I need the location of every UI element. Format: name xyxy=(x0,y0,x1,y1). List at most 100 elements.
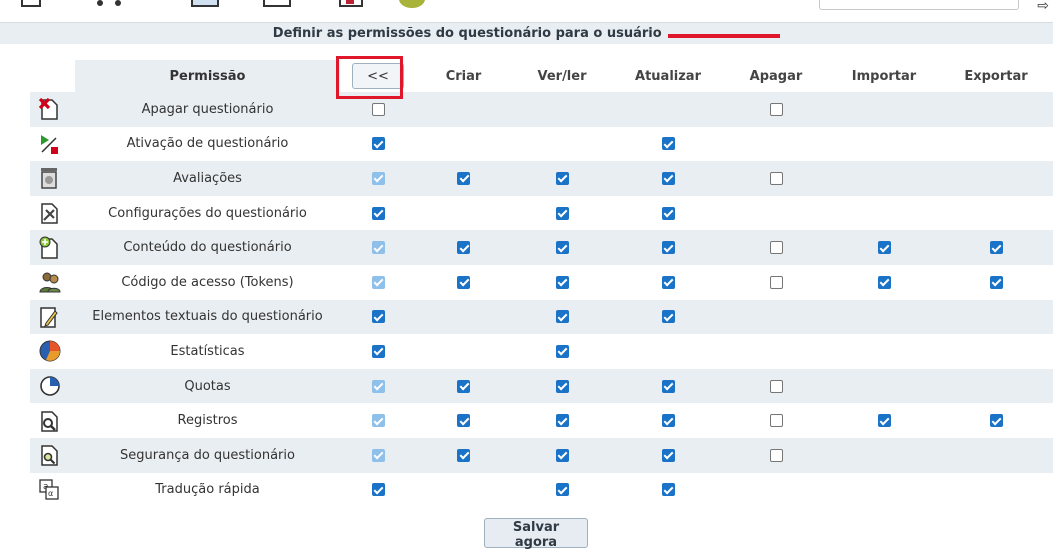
permission-label: Estatísticas xyxy=(75,334,340,369)
toolbar-icon-6[interactable] xyxy=(398,0,428,10)
checkbox-update[interactable] xyxy=(661,483,675,497)
cell-read xyxy=(511,230,613,265)
cell-update xyxy=(613,126,723,162)
permission-label: Configurações do questionário xyxy=(75,195,340,231)
cell-import xyxy=(829,195,939,231)
cell-delete xyxy=(723,126,829,162)
cell-all xyxy=(340,195,416,231)
checkbox-update[interactable] xyxy=(661,171,675,185)
checkbox-read[interactable] xyxy=(555,206,569,220)
checkbox-create[interactable] xyxy=(457,379,470,393)
arrow-right-icon[interactable]: ⇨ xyxy=(1037,0,1049,14)
search-input[interactable] xyxy=(819,0,1019,10)
checkbox-all[interactable] xyxy=(371,310,385,324)
toolbar-icon-2[interactable] xyxy=(92,0,132,10)
cell-create xyxy=(416,92,511,127)
checkbox-read[interactable] xyxy=(555,414,569,428)
toolbar-icon-1[interactable] xyxy=(20,0,42,10)
checkbox-export[interactable] xyxy=(989,275,1003,289)
checkbox-delete[interactable] xyxy=(769,379,783,393)
toggle-columns-button[interactable]: << xyxy=(352,63,404,89)
save-now-button[interactable]: Salvar agora xyxy=(484,518,588,550)
cell-read xyxy=(511,264,613,300)
checkbox-read[interactable] xyxy=(555,344,569,358)
checkbox-create[interactable] xyxy=(457,275,470,289)
checkbox-update[interactable] xyxy=(661,206,675,220)
cell-export xyxy=(939,195,1053,231)
activate-survey-icon xyxy=(30,126,75,162)
checkbox-update[interactable] xyxy=(661,448,675,462)
cell-update xyxy=(613,472,723,508)
checkbox-export[interactable] xyxy=(989,414,1003,428)
cell-update xyxy=(613,92,723,127)
table-row: Quotas xyxy=(30,368,1053,404)
cell-import xyxy=(829,368,939,404)
cell-export xyxy=(939,230,1053,265)
checkbox-delete[interactable] xyxy=(769,414,783,428)
text-elements-icon xyxy=(30,299,75,335)
header-export: Exportar xyxy=(939,60,1053,92)
checkbox-read[interactable] xyxy=(555,310,569,324)
checkbox-all[interactable] xyxy=(371,102,385,116)
checkbox-read[interactable] xyxy=(555,275,569,289)
table-header-row: Permissão << Criar Ver/ler Atualizar Apa… xyxy=(30,60,1053,92)
toolbar-icon-4[interactable] xyxy=(262,0,302,10)
header-read: Ver/ler xyxy=(511,60,613,92)
toolbar-icon-5[interactable] xyxy=(338,0,368,10)
cell-all xyxy=(340,92,416,127)
checkbox-export[interactable] xyxy=(989,241,1003,255)
cell-all xyxy=(340,230,416,265)
cell-create xyxy=(416,334,511,369)
checkbox-import[interactable] xyxy=(877,275,891,289)
checkbox-import[interactable] xyxy=(877,414,891,428)
cell-update xyxy=(613,195,723,231)
checkbox-update[interactable] xyxy=(661,310,675,324)
table-row: Registros xyxy=(30,403,1053,438)
top-toolbar: ⇨ xyxy=(0,0,1053,22)
cell-create xyxy=(416,161,511,196)
checkbox-delete[interactable] xyxy=(769,171,783,185)
header-delete: Apagar xyxy=(723,60,829,92)
header-toggle: << xyxy=(340,60,416,92)
checkbox-all[interactable] xyxy=(371,206,385,220)
permission-label: Apagar questionário xyxy=(75,92,340,127)
cell-import xyxy=(829,161,939,196)
checkbox-update[interactable] xyxy=(661,275,675,289)
checkbox-delete[interactable] xyxy=(769,448,783,462)
checkbox-update[interactable] xyxy=(661,241,675,255)
checkbox-delete[interactable] xyxy=(769,102,783,116)
cell-export xyxy=(939,368,1053,404)
permission-label: Quotas xyxy=(75,368,340,404)
checkbox-all[interactable] xyxy=(371,344,385,358)
permission-label: Tradução rápida xyxy=(75,472,340,508)
checkbox-create[interactable] xyxy=(457,448,470,462)
checkbox-import[interactable] xyxy=(877,241,891,255)
table-row: Apagar questionário xyxy=(30,92,1053,127)
checkbox-create[interactable] xyxy=(457,171,470,185)
toolbar-icon-3[interactable] xyxy=(190,0,230,10)
checkbox-read[interactable] xyxy=(555,483,569,497)
checkbox-all[interactable] xyxy=(371,483,385,497)
checkbox-update[interactable] xyxy=(661,379,675,393)
cell-export xyxy=(939,403,1053,438)
cell-delete xyxy=(723,334,829,369)
checkbox-all[interactable] xyxy=(371,137,385,151)
checkbox-update[interactable] xyxy=(661,414,675,428)
cell-update xyxy=(613,437,723,473)
checkbox-update[interactable] xyxy=(661,137,675,151)
checkbox-read[interactable] xyxy=(555,379,569,393)
cell-import xyxy=(829,92,939,127)
checkbox-create[interactable] xyxy=(457,241,470,255)
checkbox-create[interactable] xyxy=(457,414,470,428)
checkbox-delete[interactable] xyxy=(769,275,783,289)
cell-import xyxy=(829,126,939,162)
table-row: Configurações do questionário xyxy=(30,195,1053,231)
checkbox-delete[interactable] xyxy=(769,241,783,255)
cell-import xyxy=(829,403,939,438)
checkbox-read[interactable] xyxy=(555,448,569,462)
checkbox-read[interactable] xyxy=(555,241,569,255)
cell-all xyxy=(340,403,416,438)
checkbox-read[interactable] xyxy=(555,171,569,185)
cell-read xyxy=(511,161,613,196)
cell-read xyxy=(511,403,613,438)
